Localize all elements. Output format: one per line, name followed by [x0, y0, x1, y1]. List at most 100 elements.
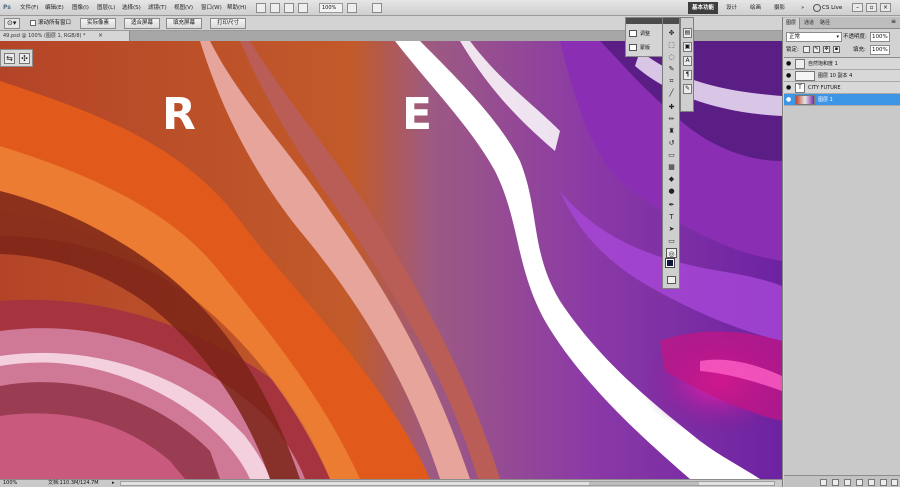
- layer-style-icon[interactable]: [832, 479, 839, 486]
- menu-window[interactable]: 窗口(W): [201, 3, 222, 13]
- lock-pixels-icon[interactable]: ✎: [813, 46, 820, 53]
- minimize-button[interactable]: –: [852, 3, 863, 12]
- layer-row[interactable]: ● 自然饱和度 1: [784, 58, 900, 70]
- trash-icon[interactable]: [891, 479, 898, 486]
- status-zoom[interactable]: 100%: [3, 480, 17, 487]
- workspace-photo[interactable]: 摄影: [770, 2, 789, 14]
- adjustments-panel-button[interactable]: 调整: [629, 30, 650, 39]
- history-panel-icon[interactable]: ▤: [683, 28, 692, 38]
- menu-file[interactable]: 文件(F): [20, 3, 38, 13]
- actions-panel-icon[interactable]: ▣: [683, 42, 692, 52]
- menu-edit[interactable]: 编辑(E): [45, 3, 64, 13]
- menu-select[interactable]: 选择(S): [122, 3, 141, 13]
- toolbox: ✥ ⬚ ◌ ✎ ⌗ ╱ ✚ ✏ ♜ ↺ ▭ ▦ ◆ ● ✒ T ➤ ▭ ◎: [662, 17, 680, 289]
- link-layers-icon[interactable]: [820, 479, 827, 486]
- fill-input[interactable]: 100%: [870, 45, 890, 55]
- fill-screen-button[interactable]: 填充屏幕: [166, 18, 202, 29]
- lock-transparency-icon[interactable]: [803, 46, 810, 53]
- menu-help[interactable]: 帮助(H): [227, 3, 246, 13]
- panel-header[interactable]: [626, 18, 663, 24]
- eye-icon[interactable]: ●: [786, 97, 792, 103]
- quick-select-tool-icon[interactable]: ✎: [666, 64, 677, 74]
- puppet-icon[interactable]: ✣: [19, 53, 30, 64]
- menu-layer[interactable]: 图层(L): [97, 3, 115, 13]
- screen-mode-icon[interactable]: [372, 3, 382, 13]
- bridge-icon[interactable]: [256, 3, 266, 13]
- new-group-icon[interactable]: [868, 479, 875, 486]
- menu-view[interactable]: 视图(V): [174, 3, 193, 13]
- print-size-button[interactable]: 打印尺寸: [210, 18, 246, 29]
- move-tool-icon[interactable]: ✥: [666, 28, 677, 38]
- eye-icon[interactable]: ●: [786, 61, 792, 67]
- blend-mode-value: 正常: [789, 34, 801, 40]
- crop-tool-icon[interactable]: ⌗: [666, 76, 677, 86]
- layer-row[interactable]: ● 图层 10 副本 4: [784, 70, 900, 82]
- workspace-basic[interactable]: 基本功能: [688, 2, 719, 14]
- type-tool-icon[interactable]: T: [666, 212, 677, 222]
- clone-stamp-tool-icon[interactable]: ♜: [666, 126, 677, 136]
- scroll-all-windows-checkbox[interactable]: [30, 20, 36, 26]
- foreground-color-swatch[interactable]: [665, 258, 675, 268]
- document-tab[interactable]: 49.psd @ 100% (图层 1, RGB/8) * ×: [0, 31, 130, 41]
- eraser-tool-icon[interactable]: ▭: [666, 150, 677, 160]
- tab-paths[interactable]: 路径: [817, 18, 833, 29]
- gradient-tool-icon[interactable]: ▦: [666, 162, 677, 172]
- marquee-tool-icon[interactable]: ⬚: [666, 40, 677, 50]
- brush-panel-icon[interactable]: ✎: [683, 84, 692, 94]
- toolbox-header[interactable]: [663, 18, 679, 24]
- zoom-dropdown[interactable]: 100%: [319, 3, 343, 13]
- tab-channels[interactable]: 通道: [801, 18, 817, 29]
- scrollbar-thumb[interactable]: [589, 482, 699, 485]
- pen-tool-icon[interactable]: ✒: [666, 200, 677, 210]
- quick-mask-icon[interactable]: [667, 276, 676, 284]
- tool-preset-picker[interactable]: ⊙▾: [4, 18, 20, 29]
- workspace-paint[interactable]: 绘画: [746, 2, 765, 14]
- tab-layers[interactable]: 图层: [783, 18, 801, 29]
- 3d-rotate-tool-icon[interactable]: ◎: [666, 248, 677, 258]
- rotate-view-icon[interactable]: [298, 3, 308, 13]
- canvas-letter-e: E: [402, 89, 433, 140]
- horizontal-scrollbar[interactable]: [120, 481, 775, 486]
- layers-panel: 图层 通道 路径 ≡ 正常 ▾ 不透明度: 100% 锁定: ✎ ✥ ▪ 填充:…: [782, 17, 900, 487]
- layer-row[interactable]: ● 图层 1: [784, 94, 900, 106]
- healing-brush-tool-icon[interactable]: ✚: [666, 102, 677, 112]
- workspace-more-button[interactable]: »: [797, 2, 805, 14]
- workspace-design[interactable]: 设计: [722, 2, 741, 14]
- blend-mode-dropdown[interactable]: 正常 ▾: [786, 32, 842, 42]
- history-brush-tool-icon[interactable]: ↺: [666, 138, 677, 148]
- hand-view-icon[interactable]: [284, 3, 294, 13]
- mini-bridge-icon[interactable]: [270, 3, 280, 13]
- path-select-tool-icon[interactable]: ➤: [666, 224, 677, 234]
- lasso-tool-icon[interactable]: ◌: [666, 52, 677, 62]
- status-menu-arrow[interactable]: ▸: [112, 480, 115, 487]
- arrange-documents-icon[interactable]: [347, 3, 357, 13]
- new-layer-icon[interactable]: [880, 479, 887, 486]
- eye-icon[interactable]: ●: [786, 85, 792, 91]
- character-panel-icon[interactable]: A: [683, 56, 692, 66]
- panel-menu-icon[interactable]: ≡: [891, 18, 896, 25]
- actual-pixels-button[interactable]: 实际像素: [80, 18, 116, 29]
- restore-button[interactable]: ▫: [866, 3, 877, 12]
- menu-filter[interactable]: 滤镜(T): [148, 3, 167, 13]
- shape-tool-icon[interactable]: ▭: [666, 236, 677, 246]
- add-mask-icon[interactable]: [844, 479, 851, 486]
- close-window-button[interactable]: ×: [880, 3, 891, 12]
- opacity-input[interactable]: 100%: [870, 32, 890, 42]
- fit-screen-button[interactable]: 适合屏幕: [124, 18, 160, 29]
- close-icon[interactable]: ×: [98, 31, 103, 41]
- blur-tool-icon[interactable]: ◆: [666, 174, 677, 184]
- brush-tool-icon[interactable]: ✏: [666, 114, 677, 124]
- menu-image[interactable]: 图像(I): [72, 3, 89, 13]
- dodge-tool-icon[interactable]: ●: [666, 186, 677, 196]
- lock-all-icon[interactable]: ▪: [833, 46, 840, 53]
- lock-position-icon[interactable]: ✥: [823, 46, 830, 53]
- new-adjustment-icon[interactable]: [856, 479, 863, 486]
- eye-icon[interactable]: ●: [786, 73, 792, 79]
- paragraph-panel-icon[interactable]: ¶: [683, 70, 692, 80]
- layer-row[interactable]: ● T CITY FUTURE: [784, 82, 900, 94]
- masks-panel-button[interactable]: 蒙版: [629, 44, 650, 53]
- layer-thumbnail: [795, 95, 815, 105]
- eyedropper-tool-icon[interactable]: ╱: [666, 88, 677, 98]
- cs-live-button[interactable]: CS Live: [812, 2, 848, 14]
- sliders-icon[interactable]: ⇆: [4, 53, 15, 64]
